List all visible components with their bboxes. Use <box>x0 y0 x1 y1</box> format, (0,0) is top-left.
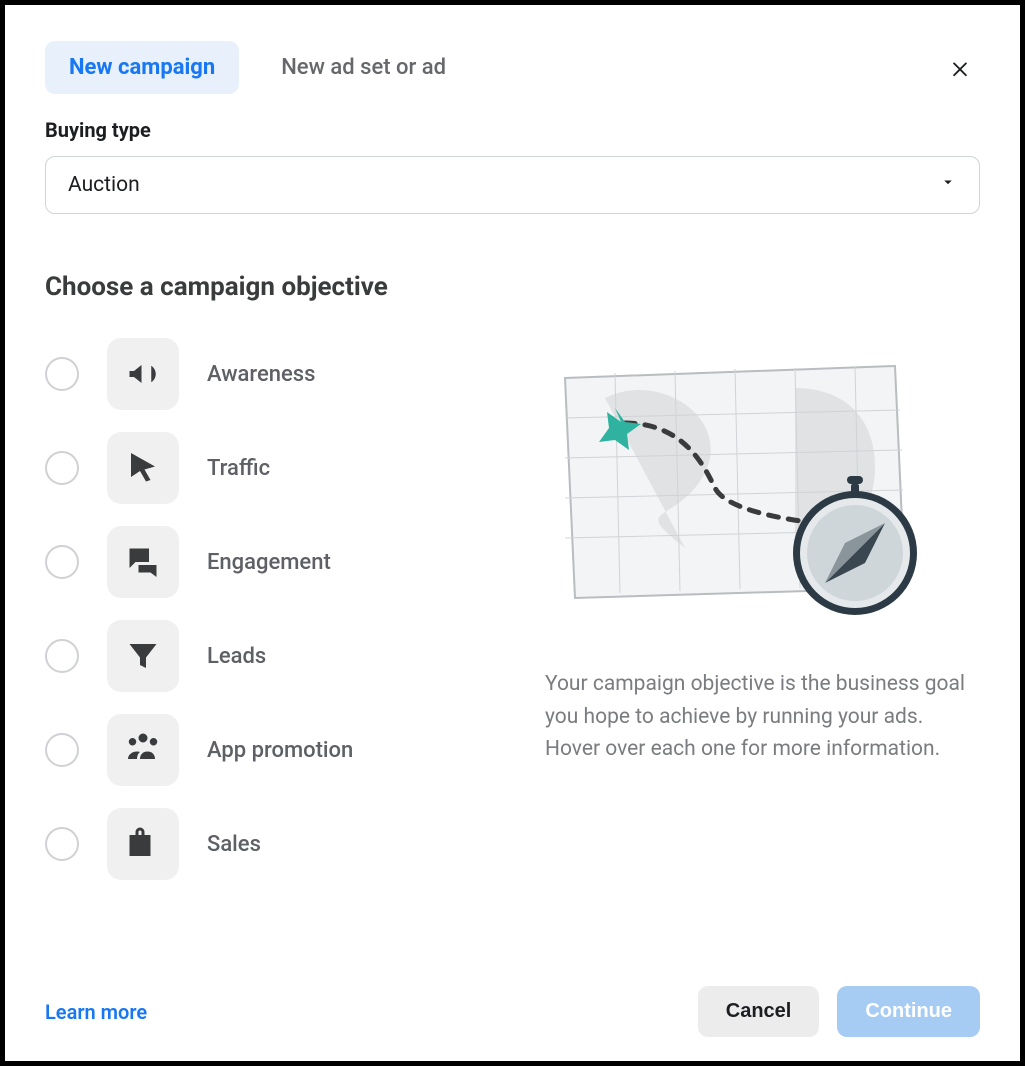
objective-label: Awareness <box>207 362 315 387</box>
objective-option-sales[interactable]: Sales <box>45 808 535 880</box>
continue-button[interactable]: Continue <box>837 986 980 1037</box>
buying-type-label: Buying type <box>45 118 980 142</box>
radio-app-promotion[interactable] <box>45 733 79 767</box>
objective-option-traffic[interactable]: Traffic <box>45 432 535 504</box>
objective-option-engagement[interactable]: Engagement <box>45 526 535 598</box>
learn-more-link[interactable]: Learn more <box>45 1000 147 1024</box>
radio-sales[interactable] <box>45 827 79 861</box>
create-campaign-dialog: New campaign New ad set or ad Buying typ… <box>0 0 1025 1066</box>
objective-heading: Choose a campaign objective <box>45 272 980 302</box>
cancel-button[interactable]: Cancel <box>698 986 820 1037</box>
objective-label: Traffic <box>207 456 270 481</box>
cursor-icon <box>107 432 179 504</box>
tabs-row: New campaign New ad set or ad <box>45 41 980 94</box>
tab-new-ad-set[interactable]: New ad set or ad <box>257 41 470 94</box>
objective-option-awareness[interactable]: Awareness <box>45 338 535 410</box>
objective-label: App promotion <box>207 738 353 763</box>
objective-option-app-promotion[interactable]: App promotion <box>45 714 535 786</box>
info-text: Your campaign objective is the business … <box>545 668 980 766</box>
map-compass-illustration <box>545 358 935 628</box>
megaphone-icon <box>107 338 179 410</box>
buying-type-select[interactable]: Auction <box>45 156 980 214</box>
radio-engagement[interactable] <box>45 545 79 579</box>
objectives-list: Awareness Traffic Engagement <box>45 338 535 978</box>
content-row: Awareness Traffic Engagement <box>45 338 980 978</box>
info-panel: Your campaign objective is the business … <box>535 338 980 978</box>
objective-option-leads[interactable]: Leads <box>45 620 535 692</box>
bag-icon <box>107 808 179 880</box>
dialog-footer: Learn more Cancel Continue <box>45 978 980 1037</box>
chat-icon <box>107 526 179 598</box>
objective-label: Leads <box>207 644 266 669</box>
funnel-icon <box>107 620 179 692</box>
objective-label: Engagement <box>207 550 331 575</box>
radio-awareness[interactable] <box>45 357 79 391</box>
chevron-down-icon <box>939 173 957 197</box>
objective-label: Sales <box>207 832 261 857</box>
close-icon <box>949 57 971 79</box>
close-button[interactable] <box>940 48 980 88</box>
radio-traffic[interactable] <box>45 451 79 485</box>
people-icon <box>107 714 179 786</box>
tab-new-campaign[interactable]: New campaign <box>45 41 239 94</box>
radio-leads[interactable] <box>45 639 79 673</box>
buying-type-value: Auction <box>68 173 140 197</box>
